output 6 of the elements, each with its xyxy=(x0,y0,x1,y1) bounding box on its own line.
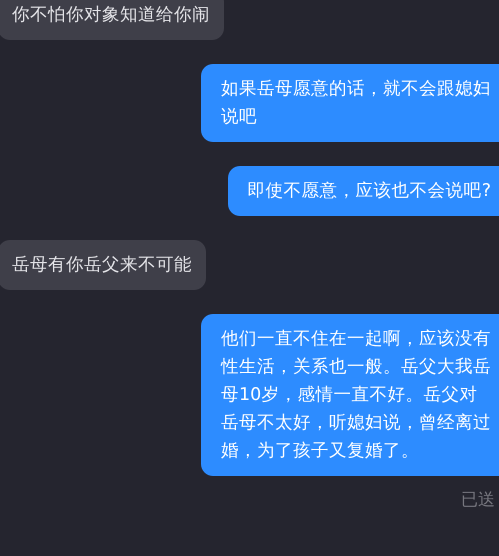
message-bubble: 你不怕你对象知道给你闹 xyxy=(0,0,224,40)
message-bubble: 即使不愿意，应该也不会说吧? xyxy=(228,166,499,216)
delivery-status: 已送 xyxy=(461,489,495,511)
message-bubble: 岳母有你岳父来不可能 xyxy=(0,240,206,290)
message-bubble: 如果岳母愿意的话，就不会跟媳妇说吧 xyxy=(201,64,499,142)
message-bubble: 他们一直不住在一起啊，应该没有性生活，关系也一般。岳父大我岳母10岁，感情一直不好。岳父对岳母不太好，听媳妇说，曾经离过婚，为了孩子又复婚了。 xyxy=(201,314,499,476)
